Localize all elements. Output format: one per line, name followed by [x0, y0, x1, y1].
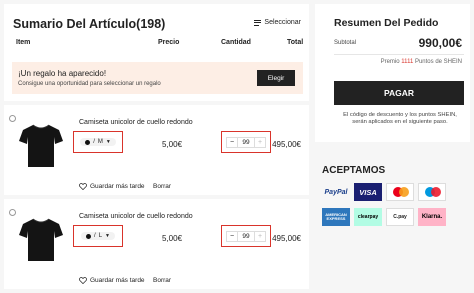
column-header-quantity: Cantidad: [221, 39, 251, 46]
decrease-quantity-button[interactable]: −: [227, 139, 237, 146]
maestro-logo: [418, 183, 446, 201]
item-checkbox[interactable]: [9, 115, 16, 122]
quantity-input[interactable]: 99: [237, 136, 255, 148]
item-checkbox[interactable]: [9, 209, 16, 216]
cart-item: Camiseta unicolor de cuello redondo / M …: [4, 105, 309, 195]
quantity-input[interactable]: 99: [237, 230, 255, 242]
color-swatch: [86, 233, 92, 239]
save-for-later-button[interactable]: Guardar más tarde: [79, 183, 145, 190]
save-for-later-label: Guardar más tarde: [90, 277, 145, 284]
column-header-price: Precio: [158, 39, 180, 46]
summary-card: Sumario Del Artículo(198) Seleccionar It…: [4, 4, 309, 101]
delete-button[interactable]: Borrar: [153, 183, 171, 190]
payment-logos: PayPal VISA AMERICAN EXPRESS clearpay C.…: [322, 183, 452, 226]
subtotal-label: Subtotal: [334, 40, 357, 46]
cpay-logo: C.pay: [386, 208, 414, 226]
gift-title: ¡Un regalo ha aparecido!: [18, 69, 107, 78]
order-summary: Resumen Del Pedido Subtotal 990,00€ Prem…: [315, 4, 470, 142]
mastercard-logo: [386, 183, 414, 201]
select-label: Seleccionar: [264, 19, 301, 26]
amex-logo: AMERICAN EXPRESS: [322, 208, 350, 226]
gift-banner: ¡Un regalo ha aparecido! Consigue una op…: [12, 62, 303, 94]
tshirt-icon: [19, 124, 63, 167]
increase-quantity-button[interactable]: +: [255, 233, 265, 240]
accepted-payments: ACEPTAMOS PayPal VISA AMERICAN EXPRESS c…: [315, 148, 470, 289]
product-image[interactable]: [16, 115, 66, 177]
chevron-down-icon: ▼: [105, 139, 111, 145]
klarna-logo: Klarna.: [418, 208, 446, 226]
order-summary-title: Resumen Del Pedido: [334, 17, 439, 29]
choose-gift-button[interactable]: Elegir: [257, 70, 295, 86]
unit-price: 5,00€: [162, 234, 183, 243]
chevron-down-icon: ▼: [105, 233, 110, 239]
accepted-payments-title: ACEPTAMOS: [322, 165, 386, 176]
product-name[interactable]: Camiseta unicolor de cuello redondo: [79, 213, 193, 220]
divider: [334, 54, 464, 55]
column-header-item: Item: [16, 39, 31, 46]
checkout-note: El código de descuento y los puntos SHEI…: [343, 112, 457, 125]
item-total: 495,00€: [272, 140, 301, 149]
color-swatch: [85, 139, 91, 145]
points-value: 1111: [401, 59, 414, 65]
gift-subtitle: Consigue una oportunidad para selecciona…: [18, 81, 161, 87]
pay-button[interactable]: PAGAR: [334, 81, 464, 105]
cart-item: Camiseta unicolor de cuello redondo / L …: [4, 199, 309, 289]
column-header-total: Total: [287, 39, 304, 46]
tshirt-icon: [19, 218, 63, 261]
paypal-logo: PayPal: [322, 183, 350, 201]
heart-icon: [79, 183, 87, 190]
list-icon: [254, 19, 262, 26]
unit-price: 5,00€: [162, 140, 183, 149]
subtotal-value: 990,00€: [418, 36, 462, 50]
save-for-later-button[interactable]: Guardar más tarde: [79, 277, 145, 284]
summary-title: Sumario Del Artículo(198): [13, 17, 166, 31]
item-total: 495,00€: [272, 234, 301, 243]
size-color-selector[interactable]: / M ▼: [73, 131, 123, 153]
increase-quantity-button[interactable]: +: [255, 139, 265, 146]
quantity-stepper: − 99 +: [221, 225, 271, 247]
select-button[interactable]: Seleccionar: [254, 19, 301, 26]
quantity-stepper: − 99 +: [221, 131, 271, 153]
heart-icon: [79, 277, 87, 284]
decrease-quantity-button[interactable]: −: [227, 233, 237, 240]
reward-points: Premio 1111 Puntos de SHEIN: [380, 59, 462, 65]
product-name[interactable]: Camiseta unicolor de cuello redondo: [79, 119, 193, 126]
clearpay-logo: clearpay: [354, 208, 382, 226]
size-value: M: [97, 139, 103, 145]
save-for-later-label: Guardar más tarde: [90, 183, 145, 190]
size-value: L: [98, 233, 103, 239]
cart-panel: Sumario Del Artículo(198) Seleccionar It…: [4, 4, 309, 289]
size-color-selector[interactable]: / L ▼: [73, 225, 123, 247]
delete-button[interactable]: Borrar: [153, 277, 171, 284]
product-image[interactable]: [16, 209, 66, 271]
visa-logo: VISA: [354, 183, 382, 201]
